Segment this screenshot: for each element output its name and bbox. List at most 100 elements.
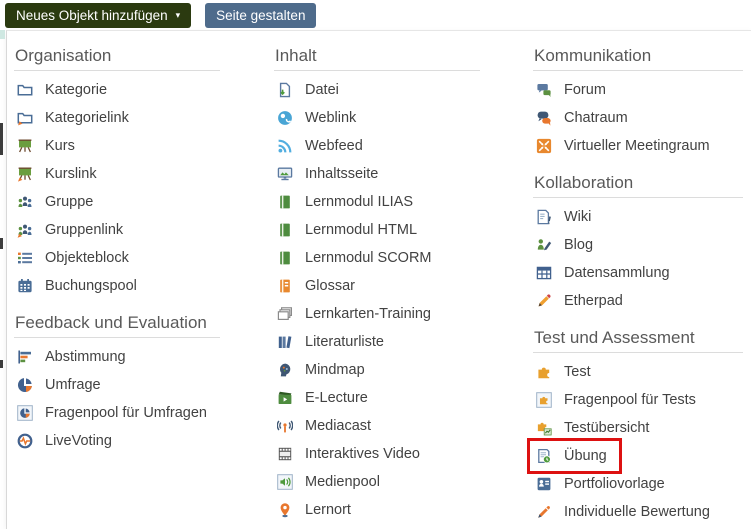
menu-item-fragenpool-tests[interactable]: Fragenpool für Tests — [533, 386, 743, 414]
menu-item-label: Fragenpool für Umfragen — [45, 405, 207, 421]
webfeed-rss-icon — [276, 137, 294, 155]
menu-item-label: Weblink — [305, 110, 357, 126]
menu-item-label: Mindmap — [305, 362, 365, 378]
menu-item-medienpool[interactable]: Medienpool — [274, 468, 480, 496]
menu-item-buchungspool[interactable]: Buchungspool — [14, 272, 220, 300]
menu-item-mediacast[interactable]: Mediacast — [274, 412, 480, 440]
exercise-icon — [535, 447, 553, 465]
menu-item-datensammlung[interactable]: Datensammlung — [533, 259, 743, 287]
background-page-fragment — [0, 360, 3, 368]
item-group-icon — [16, 249, 34, 267]
menu-item-e-lecture[interactable]: E-Lecture — [274, 384, 480, 412]
menu-item-portfoliovorlage[interactable]: Portfoliovorlage — [533, 470, 743, 498]
menu-item-webfeed[interactable]: Webfeed — [274, 132, 480, 160]
section-organisation: Organisation Kategorie Kategorielink Kur… — [14, 46, 220, 300]
course-icon — [16, 137, 34, 155]
menu-item-glossar[interactable]: Glossar — [274, 272, 480, 300]
section-kollaboration: Kollaboration Wiki Blog Datensammlung Et… — [533, 173, 743, 315]
menu-item-label: Objekteblock — [45, 250, 129, 266]
menu-item-weblink[interactable]: Weblink — [274, 104, 480, 132]
menu-item-lernkarten[interactable]: Lernkarten-Training — [274, 300, 480, 328]
menu-item-blog[interactable]: Blog — [533, 231, 743, 259]
live-voting-icon — [16, 432, 34, 450]
menu-item-label: Übung — [564, 448, 607, 464]
background-page-fragment — [0, 238, 3, 249]
menu-item-kategorie[interactable]: Kategorie — [14, 76, 220, 104]
menu-item-livevoting[interactable]: LiveVoting — [14, 427, 220, 455]
menu-item-etherpad[interactable]: Etherpad — [533, 287, 743, 315]
menu-item-datei[interactable]: Datei — [274, 76, 480, 104]
menu-item-label: Virtueller Meetingraum — [564, 138, 710, 154]
menu-item-label: Fragenpool für Tests — [564, 392, 696, 408]
menu-item-abstimmung[interactable]: Abstimmung — [14, 343, 220, 371]
menu-item-uebung[interactable]: Übung — [527, 438, 743, 474]
etherpad-pencil-icon — [535, 292, 553, 310]
menu-item-wiki[interactable]: Wiki — [533, 203, 743, 231]
mindmap-icon — [276, 361, 294, 379]
design-page-button[interactable]: Seite gestalten — [205, 3, 317, 28]
menu-item-label: Blog — [564, 237, 594, 253]
menu-item-forum[interactable]: Forum — [533, 76, 743, 104]
menu-item-chatraum[interactable]: Chatraum — [533, 104, 743, 132]
add-object-dropdown-panel: Organisation Kategorie Kategorielink Kur… — [6, 30, 751, 529]
menu-item-gruppenlink[interactable]: Gruppenlink — [14, 216, 220, 244]
dropdown-column-inhalt: Inhalt Datei Weblink Webfeed Inhaltsseit… — [274, 31, 480, 524]
file-icon — [276, 81, 294, 99]
menu-item-mindmap[interactable]: Mindmap — [274, 356, 480, 384]
menu-item-label: Lernmodul SCORM — [305, 250, 432, 266]
section-title: Kollaboration — [533, 173, 743, 198]
menu-item-gruppe[interactable]: Gruppe — [14, 188, 220, 216]
group-icon — [16, 193, 34, 211]
menu-item-label: Datensammlung — [564, 265, 670, 281]
background-page-fragment — [0, 30, 5, 39]
menu-item-label: Buchungspool — [45, 278, 137, 294]
menu-item-lernmodul-html[interactable]: Lernmodul HTML — [274, 216, 480, 244]
menu-item-label: Webfeed — [305, 138, 363, 154]
section-feedback-evaluation: Feedback und Evaluation Abstimmung Umfra… — [14, 313, 220, 455]
design-page-label: Seite gestalten — [216, 8, 306, 23]
poll-icon — [16, 348, 34, 366]
menu-item-label: Medienpool — [305, 474, 380, 490]
menu-item-objekteblock[interactable]: Objekteblock — [14, 244, 220, 272]
menu-item-lernmodul-scorm[interactable]: Lernmodul SCORM — [274, 244, 480, 272]
survey-question-pool-icon — [16, 404, 34, 422]
section-inhalt: Inhalt Datei Weblink Webfeed Inhaltsseit… — [274, 46, 480, 524]
background-page-fragment — [0, 123, 3, 155]
menu-item-kurslink[interactable]: Kurslink — [14, 160, 220, 188]
menu-item-fragenpool-umfragen[interactable]: Fragenpool für Umfragen — [14, 399, 220, 427]
group-link-icon — [16, 221, 34, 239]
menu-item-literaturliste[interactable]: Literaturliste — [274, 328, 480, 356]
add-new-object-label: Neues Objekt hinzufügen — [16, 8, 168, 23]
menu-item-label: Kurs — [45, 138, 75, 154]
section-title: Organisation — [14, 46, 220, 71]
blog-icon — [535, 236, 553, 254]
menu-item-label: LiveVoting — [45, 433, 112, 449]
category-folder-icon — [16, 81, 34, 99]
location-pin-icon — [276, 501, 294, 519]
menu-item-label: Kategorie — [45, 82, 108, 98]
caret-down-icon: ▾ — [175, 10, 181, 20]
menu-item-test[interactable]: Test — [533, 358, 743, 386]
menu-item-label: Interaktives Video — [305, 446, 420, 462]
menu-item-interaktives-video[interactable]: Interaktives Video — [274, 440, 480, 468]
section-kommunikation: Kommunikation Forum Chatraum Virtueller … — [533, 46, 743, 160]
menu-item-label: Glossar — [305, 278, 355, 294]
test-overview-icon — [535, 419, 553, 437]
add-new-object-button[interactable]: Neues Objekt hinzufügen ▾ — [5, 3, 192, 28]
menu-item-kategorielink[interactable]: Kategorielink — [14, 104, 220, 132]
menu-item-label: Forum — [564, 82, 606, 98]
survey-icon — [16, 376, 34, 394]
menu-item-label: Portfoliovorlage — [564, 476, 665, 492]
menu-item-kurs[interactable]: Kurs — [14, 132, 220, 160]
e-lecture-icon — [276, 389, 294, 407]
menu-item-lernort[interactable]: Lernort — [274, 496, 480, 524]
menu-item-individuelle-bewertung[interactable]: Individuelle Bewertung — [533, 498, 743, 526]
menu-item-label: Individuelle Bewertung — [564, 504, 710, 520]
menu-item-label: Literaturliste — [305, 334, 384, 350]
menu-item-virtueller-meetingraum[interactable]: Virtueller Meetingraum — [533, 132, 743, 160]
wiki-icon — [535, 208, 553, 226]
menu-item-lernmodul-ilias[interactable]: Lernmodul ILIAS — [274, 188, 480, 216]
menu-item-umfrage[interactable]: Umfrage — [14, 371, 220, 399]
weblink-globe-icon — [276, 109, 294, 127]
menu-item-inhaltsseite[interactable]: Inhaltsseite — [274, 160, 480, 188]
